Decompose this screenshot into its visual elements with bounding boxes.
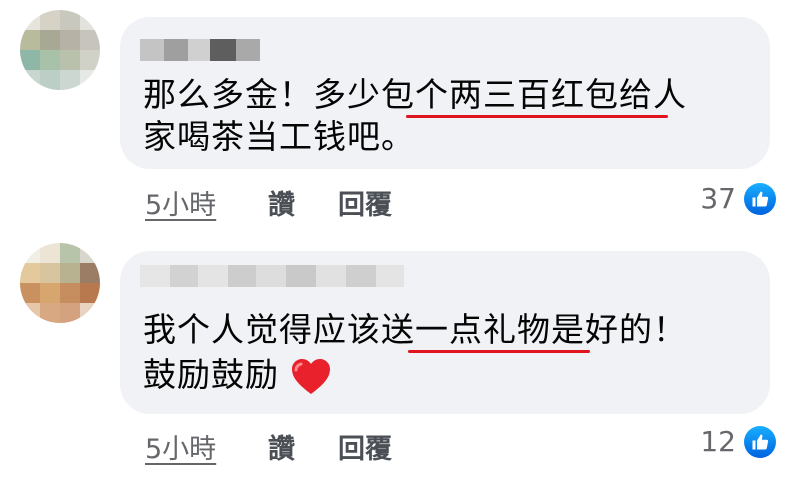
highlight-underline xyxy=(408,350,590,353)
reply-button[interactable]: 回覆 xyxy=(338,427,392,466)
reaction-summary[interactable]: 37 xyxy=(700,182,776,215)
reaction-count: 12 xyxy=(700,425,736,458)
comment-text-line: 鼓励鼓励 xyxy=(143,355,331,396)
commenter-name-blurred[interactable] xyxy=(140,265,404,287)
comment-timestamp[interactable]: 5小時 xyxy=(145,183,216,222)
like-button[interactable]: 讚 xyxy=(268,183,295,222)
red-heart-icon xyxy=(291,358,330,394)
comment-text-line: 我个人觉得应该送一点礼物是好的！ xyxy=(143,310,687,349)
highlight-underline xyxy=(406,115,668,118)
avatar[interactable] xyxy=(20,10,100,90)
comment-text-segment: 鼓励鼓励 xyxy=(143,355,279,394)
thumbs-up-icon xyxy=(744,182,776,215)
commenter-name-blurred[interactable] xyxy=(140,39,260,61)
comment-timestamp[interactable]: 5小時 xyxy=(145,427,216,466)
comment-text-line: 家喝茶当工钱吧。 xyxy=(143,117,415,156)
reaction-count: 37 xyxy=(700,182,736,215)
thumbs-up-icon xyxy=(744,425,776,458)
comment-bubble: 我个人觉得应该送一点礼物是好的！ 鼓励鼓励 xyxy=(120,251,770,414)
reply-button[interactable]: 回覆 xyxy=(338,183,392,222)
like-button[interactable]: 讚 xyxy=(268,427,295,466)
reaction-summary[interactable]: 12 xyxy=(700,425,776,458)
comment-text-line: 那么多金！多少包个两三百红包给人 xyxy=(143,75,687,114)
avatar[interactable] xyxy=(20,243,100,323)
comment-bubble: 那么多金！多少包个两三百红包给人 家喝茶当工钱吧。 xyxy=(120,17,770,169)
